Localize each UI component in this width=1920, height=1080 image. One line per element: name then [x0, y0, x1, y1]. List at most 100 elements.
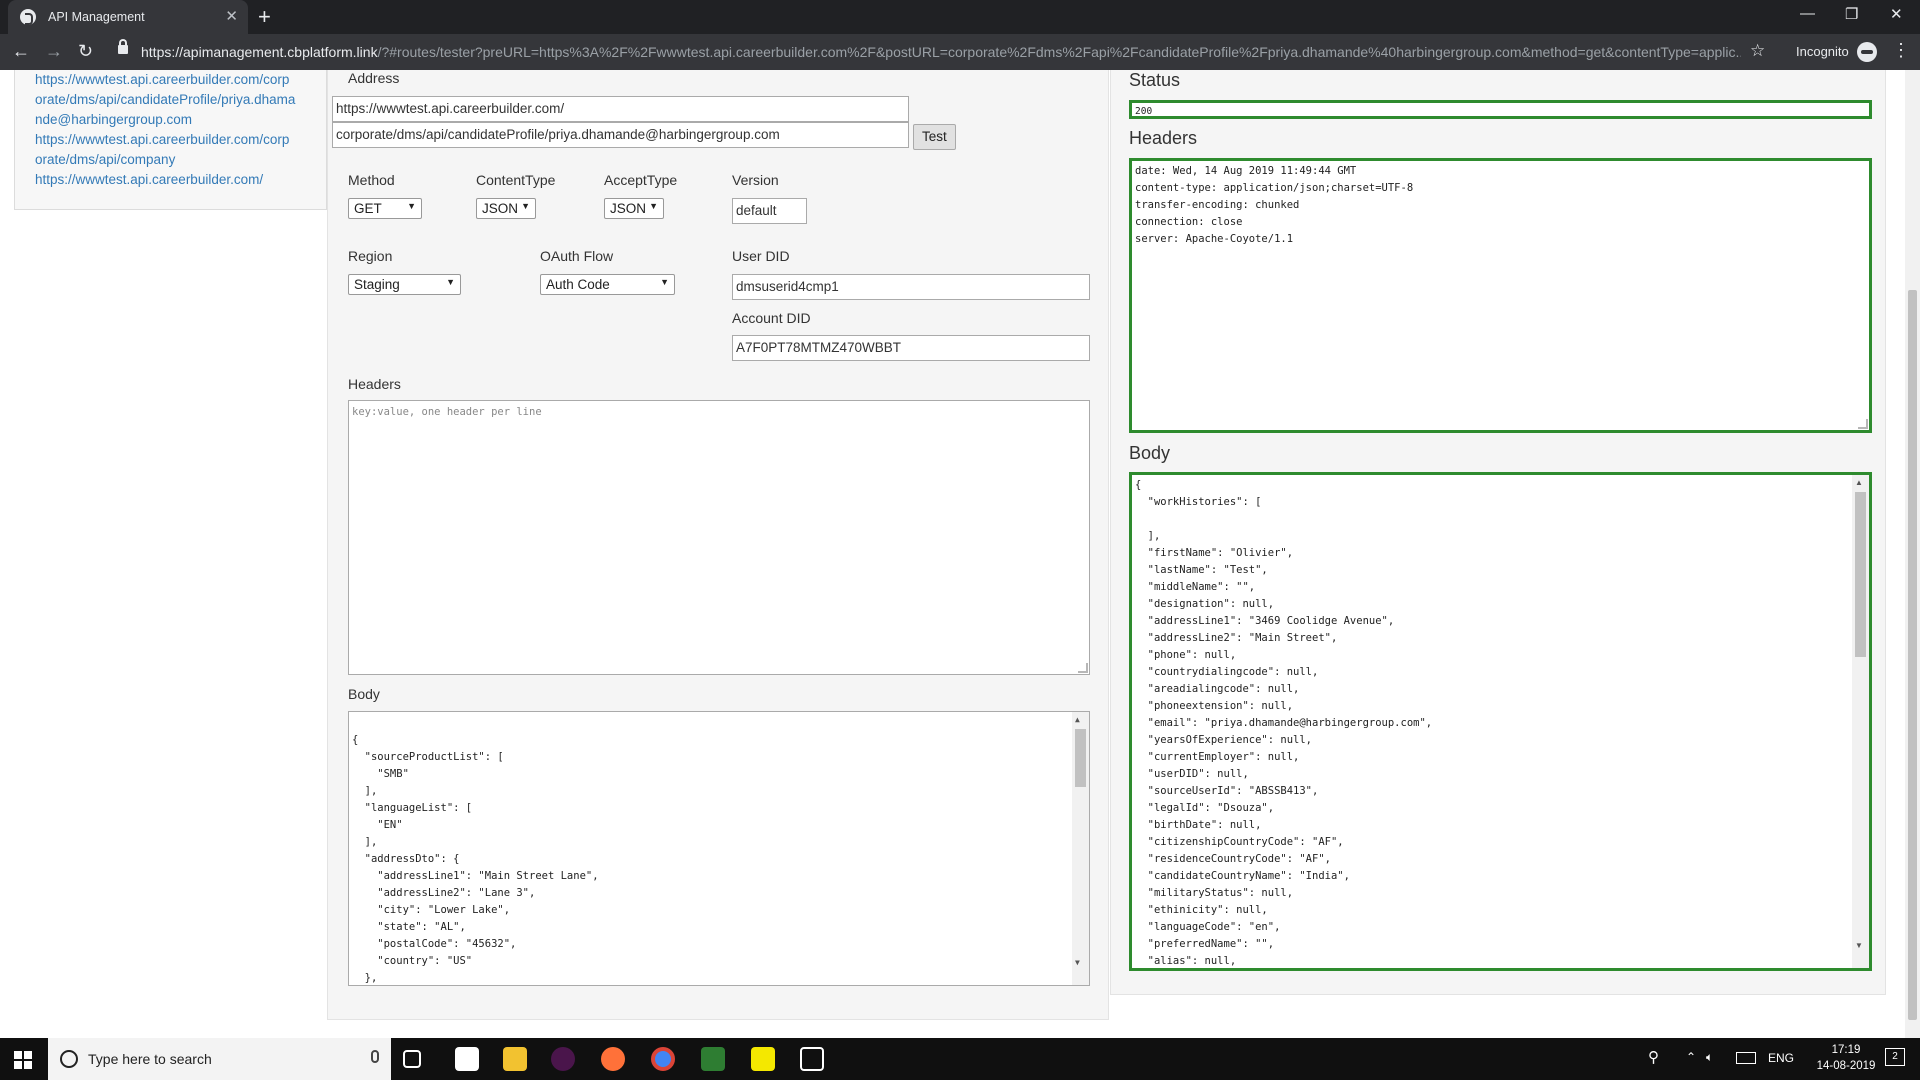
page-scrollbar-thumb[interactable] [1908, 290, 1917, 1020]
clock-time: 17:19 [1831, 1044, 1861, 1056]
task-view-icon[interactable] [403, 1050, 421, 1068]
window-close-button[interactable]: ✕ [1890, 5, 1903, 23]
response-headers-output[interactable]: date: Wed, 14 Aug 2019 11:49:44 GMT cont… [1129, 158, 1872, 433]
reload-button[interactable]: ↻ [78, 41, 93, 62]
keyboard-icon[interactable] [1736, 1052, 1756, 1064]
browser-menu-icon[interactable]: ⋮ [1892, 40, 1910, 61]
saved-requests-sidebar: https://wwwtest.api.careerbuilder.com/co… [14, 70, 327, 210]
status-output[interactable]: 200 [1129, 100, 1872, 119]
lock-icon [118, 39, 128, 54]
base-url-input[interactable]: https://wwwtest.api.careerbuilder.com/ [332, 96, 909, 122]
response-body-text: { "workHistories": [ ], "firstName": "Ol… [1135, 479, 1433, 967]
method-value: GET [354, 201, 382, 216]
content-type-select[interactable]: JSON ▼ [476, 198, 536, 219]
cortana-icon [60, 1050, 78, 1068]
resize-handle-icon[interactable] [1078, 663, 1088, 673]
saved-request-link-2[interactable]: orate/dms/api/company [15, 150, 326, 170]
account-did-label: Account DID [732, 310, 811, 326]
chrome-icon[interactable] [651, 1047, 675, 1071]
forward-button[interactable]: → [45, 41, 63, 62]
bookmark-star-icon[interactable]: ☆ [1750, 41, 1765, 61]
accept-type-select[interactable]: JSON ▼ [604, 198, 664, 219]
browser-tabstrip: API Management ✕ + — ❐ ✕ [0, 0, 1920, 34]
request-form-panel: Address https://wwwtest.api.careerbuilde… [327, 70, 1109, 1020]
method-select[interactable]: GET ▼ [348, 198, 422, 219]
start-tile [14, 1061, 22, 1069]
browser-tab-api-management[interactable]: API Management ✕ [8, 0, 248, 34]
incognito-icon[interactable] [1857, 42, 1877, 62]
region-value: Staging [354, 277, 400, 292]
region-select[interactable]: Staging ▼ [348, 274, 461, 295]
request-headers-label: Headers [348, 376, 401, 392]
taskbar-search-placeholder: Type here to search [88, 1051, 212, 1067]
request-headers-textarea[interactable]: key:value, one header per line [348, 400, 1090, 675]
scroll-down-icon[interactable]: ▼ [1075, 958, 1080, 967]
account-did-input[interactable]: A7F0PT78MTMZ470WBBT [732, 335, 1090, 361]
resize-handle-icon[interactable] [1858, 419, 1868, 429]
chevron-down-icon: ▼ [649, 201, 658, 211]
request-body-scrollbar[interactable]: ▲ ▼ [1072, 712, 1089, 985]
response-headers-text: date: Wed, 14 Aug 2019 11:49:44 GMT cont… [1135, 165, 1414, 245]
status-label: Status [1129, 70, 1181, 90]
firefox-icon[interactable] [601, 1047, 625, 1071]
language-indicator[interactable]: ENG [1768, 1051, 1794, 1065]
page-scrollbar[interactable] [1905, 70, 1920, 1038]
path-input[interactable]: corporate/dms/api/candidateProfile/priya… [332, 122, 909, 148]
version-input[interactable]: default [732, 198, 807, 224]
request-body-label: Body [348, 686, 380, 702]
calendar-icon[interactable] [800, 1047, 824, 1071]
windows-taskbar: Type here to search ⚲ ⌃ 🔈︎ ENG 17:19 14-… [0, 1038, 1920, 1080]
address-bar[interactable]: https://apimanagement.cbplatform.link/?#… [141, 44, 1741, 60]
url-host: https://apimanagement.cbplatform.link [141, 44, 378, 60]
saved-request-link-1[interactable]: orate/dms/api/candidateProfile/priya.dha… [15, 90, 326, 110]
oauth-flow-label: OAuth Flow [540, 248, 614, 264]
scrollbar-thumb[interactable] [1855, 492, 1866, 657]
content-type-value: JSON [482, 201, 519, 216]
scrollbar-thumb[interactable] [1075, 729, 1086, 787]
oauth-flow-value: Auth Code [546, 277, 610, 292]
user-did-input[interactable]: dmsuserid4cmp1 [732, 274, 1090, 300]
page-content: https://wwwtest.api.careerbuilder.com/co… [0, 70, 1920, 1038]
scroll-up-icon[interactable]: ▲ [1075, 715, 1080, 724]
clock-date: 14-08-2019 [1816, 1060, 1876, 1072]
volume-icon[interactable]: 🔈︎ [1706, 1050, 1713, 1065]
taskbar-search-box[interactable]: Type here to search [48, 1038, 391, 1080]
app-favicon-icon [20, 9, 36, 25]
start-tile [24, 1051, 32, 1059]
content-type-label: ContentType [476, 172, 556, 188]
tab-close-icon[interactable]: ✕ [225, 7, 238, 25]
people-icon[interactable]: ⚲ [1648, 1048, 1659, 1066]
show-hidden-icons-icon[interactable]: ⌃ [1686, 1050, 1696, 1064]
scroll-down-icon[interactable]: ▼ [1855, 941, 1863, 950]
spreadsheet-app-icon[interactable] [701, 1047, 725, 1071]
url-path: /?#routes/tester?preURL=https%3A%2F%2Fww… [377, 44, 1741, 60]
notification-center-icon[interactable]: 2 [1885, 1048, 1905, 1066]
windows-start-icon[interactable] [14, 1051, 32, 1069]
scroll-up-icon[interactable]: ▲ [1855, 478, 1863, 487]
new-tab-button[interactable]: + [258, 4, 271, 30]
oauth-flow-select[interactable]: Auth Code ▼ [540, 274, 675, 295]
back-button[interactable]: ← [12, 41, 30, 62]
tab-title: API Management [48, 10, 145, 24]
minimize-button[interactable]: — [1800, 5, 1815, 22]
method-label: Method [348, 172, 395, 188]
system-clock[interactable]: 17:19 14-08-2019 [1816, 1042, 1876, 1074]
version-label: Version [732, 172, 779, 188]
profile-label: Incognito [1796, 44, 1849, 59]
test-button[interactable]: Test [913, 124, 956, 150]
mail-icon[interactable] [455, 1047, 479, 1071]
saved-request-link-3[interactable]: https://wwwtest.api.careerbuilder.com/ [15, 170, 326, 190]
saved-request-link-1[interactable]: nde@harbingergroup.com [15, 110, 326, 130]
response-body-output[interactable]: { "workHistories": [ ], "firstName": "Ol… [1129, 472, 1872, 971]
response-body-scrollbar[interactable]: ▲ ▼ [1852, 475, 1869, 968]
sticky-notes-icon[interactable] [751, 1047, 775, 1071]
slack-icon[interactable] [551, 1047, 575, 1071]
microphone-icon[interactable] [371, 1050, 379, 1063]
start-tile [24, 1061, 32, 1069]
accept-type-label: AcceptType [604, 172, 678, 188]
saved-request-link-1[interactable]: https://wwwtest.api.careerbuilder.com/co… [15, 70, 326, 90]
restore-button[interactable]: ❐ [1845, 5, 1858, 23]
request-body-textarea[interactable]: { "sourceProductList": [ "SMB" ], "langu… [348, 711, 1090, 986]
saved-request-link-2[interactable]: https://wwwtest.api.careerbuilder.com/co… [15, 130, 326, 150]
file-explorer-icon[interactable] [503, 1047, 527, 1071]
